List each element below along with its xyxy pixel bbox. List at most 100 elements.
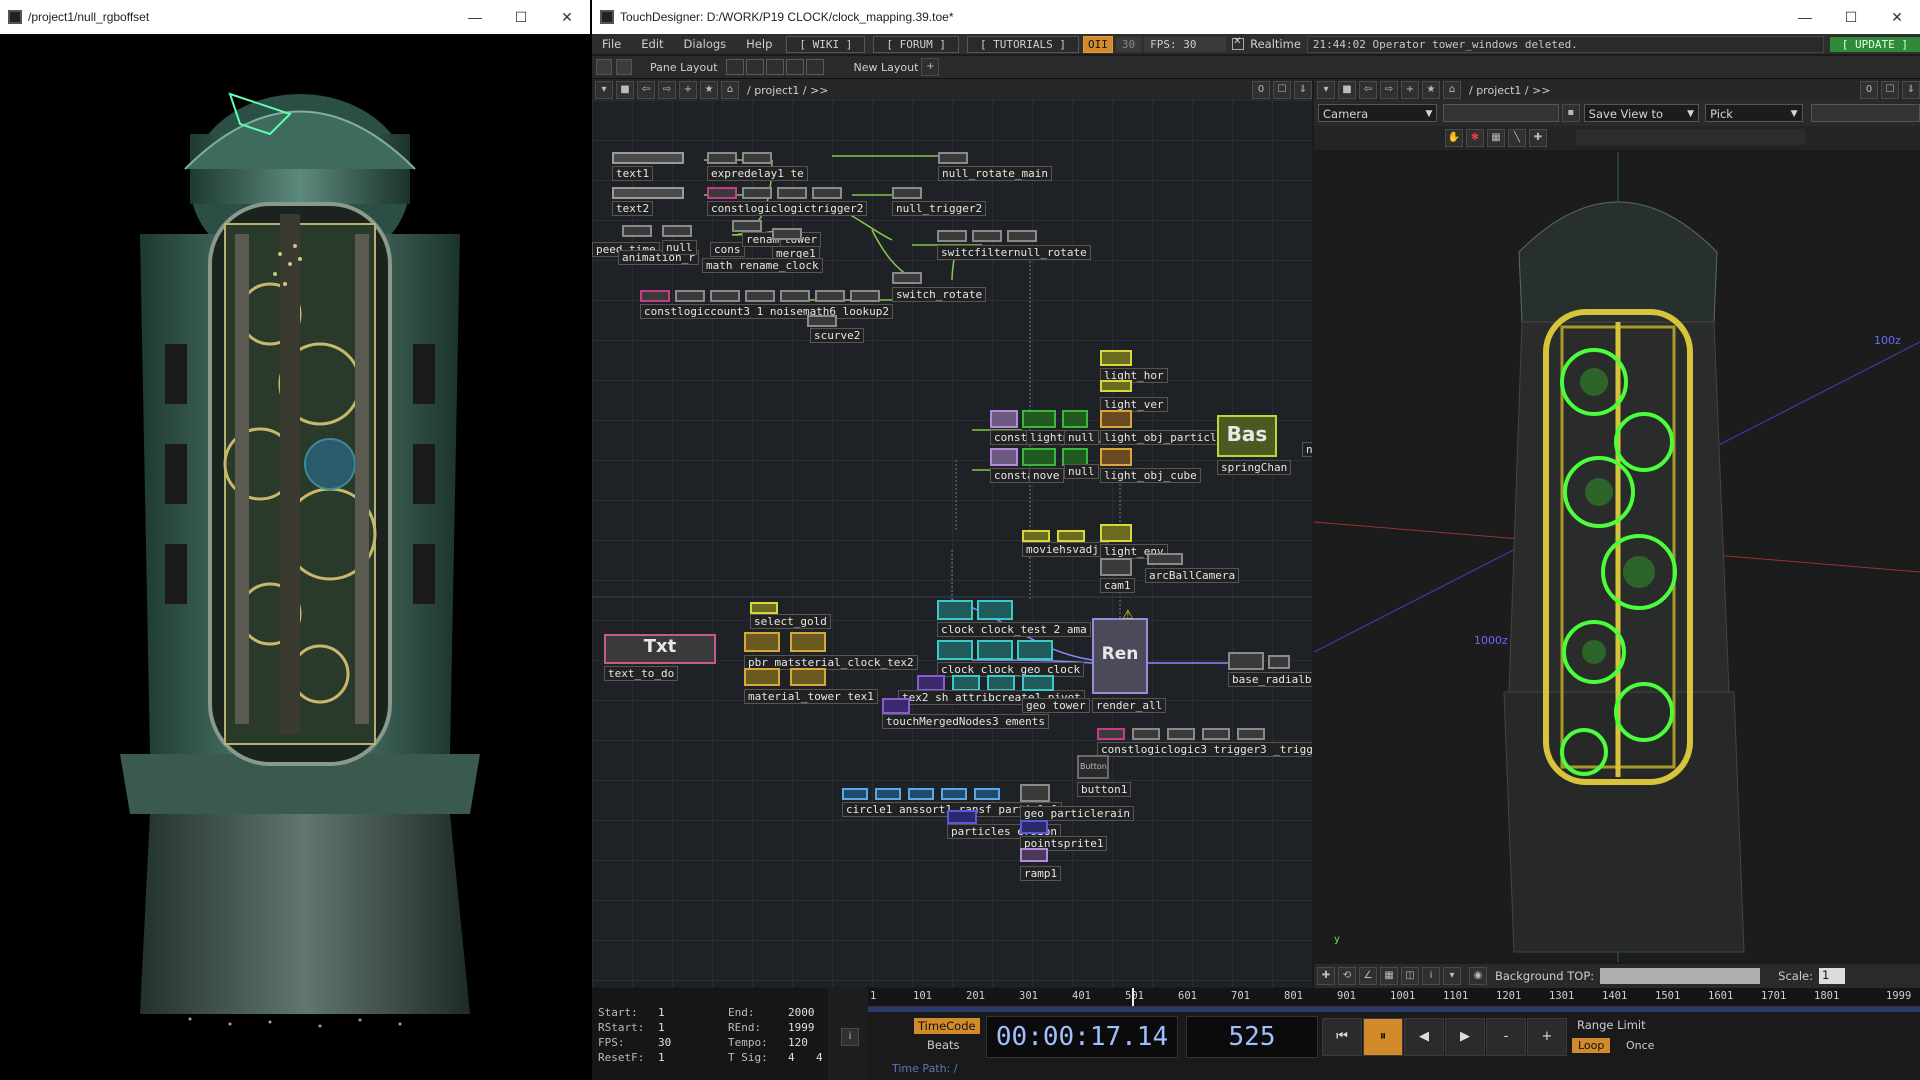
maximize-icon[interactable]: ☐ — [1828, 9, 1874, 26]
update-button[interactable]: [ UPDATE ] — [1829, 36, 1920, 52]
step-back-button[interactable]: ◀ — [1404, 1018, 1444, 1056]
material-clock-node[interactable] — [790, 632, 826, 652]
maximize-icon[interactable]: ☐ — [498, 9, 544, 26]
layout-triple-icon[interactable] — [805, 59, 824, 75]
trigger-node[interactable] — [1202, 728, 1230, 740]
pause-button[interactable]: ⏸ — [1363, 1018, 1403, 1056]
ramp-node[interactable] — [1020, 848, 1048, 862]
fps-box[interactable]: 30 — [1115, 36, 1142, 52]
tex2-node[interactable] — [917, 675, 945, 691]
null-trigger-node[interactable] — [1237, 728, 1265, 740]
once-toggle[interactable]: Once — [1620, 1038, 1660, 1053]
forward-icon[interactable]: ⇨ — [658, 81, 676, 99]
oi-button[interactable]: OII — [1083, 35, 1113, 53]
menu-file[interactable]: File — [592, 37, 631, 51]
layout-split-v-icon[interactable] — [745, 59, 764, 75]
add-icon[interactable]: ✚ — [1317, 967, 1335, 985]
forward-icon[interactable]: ⇨ — [1380, 81, 1398, 99]
pane-settings-icon[interactable] — [616, 59, 632, 75]
pick-dropdown[interactable]: Pick ▼ — [1705, 104, 1803, 122]
maximize-pane-icon[interactable]: ☐ — [1881, 81, 1899, 99]
3d-viewport[interactable]: 100z 1000z y — [1314, 152, 1920, 962]
forum-link[interactable]: [ FORUM ] — [873, 35, 959, 53]
dropdown-icon[interactable]: ▾ — [1443, 967, 1461, 985]
info-icon[interactable]: i — [1422, 967, 1440, 985]
base-radialb-node[interactable] — [1228, 652, 1264, 670]
noise-node[interactable] — [780, 290, 810, 302]
moviefilein-node[interactable] — [1022, 530, 1050, 542]
start-field[interactable]: 1 — [658, 1006, 665, 1019]
grid-icon[interactable]: ▦ — [1380, 967, 1398, 985]
constant-node[interactable] — [640, 290, 670, 302]
menu-help[interactable]: Help — [736, 37, 782, 51]
home-icon[interactable]: ⌂ — [1443, 81, 1461, 99]
trigger-node[interactable] — [812, 187, 842, 199]
end-field[interactable]: 2000 — [788, 1006, 815, 1019]
back-icon[interactable]: ⇦ — [637, 81, 655, 99]
geo-tower-node[interactable] — [1022, 675, 1054, 691]
scale-field[interactable]: 1 — [1818, 968, 1845, 984]
minimize-icon[interactable]: — — [452, 9, 498, 25]
animation-node[interactable] — [622, 225, 652, 237]
expand-pane-icon[interactable]: ⇓ — [1294, 81, 1312, 99]
count-node[interactable] — [710, 290, 740, 302]
light-obj-particles-node[interactable] — [1100, 410, 1132, 428]
faster-button[interactable]: + — [1527, 1018, 1567, 1056]
null-node[interactable] — [1062, 410, 1088, 428]
move-tool-icon[interactable]: ✚ — [1529, 129, 1547, 147]
time-path[interactable]: Time Path: / — [892, 1062, 958, 1075]
wiki-link[interactable]: [ WIKI ] — [786, 35, 866, 53]
timecode-display[interactable]: 00:00:17.14 — [986, 1016, 1178, 1058]
move-node[interactable] — [1022, 448, 1056, 466]
hand-tool-icon[interactable]: ✋ — [1445, 129, 1463, 147]
constant-node[interactable] — [707, 187, 737, 199]
null-trigger2-node[interactable] — [892, 187, 922, 199]
switch-rotate-node[interactable] — [892, 272, 922, 284]
bookmark-icon[interactable]: ★ — [1422, 81, 1440, 99]
stop-icon[interactable]: ■ — [1338, 81, 1356, 99]
add-layout-button[interactable]: + — [921, 58, 940, 76]
expression-node[interactable] — [707, 152, 737, 164]
rend-field[interactable]: 1999 — [788, 1021, 815, 1034]
camera-name-field[interactable] — [1443, 104, 1559, 122]
pane-type-dropdown-icon[interactable]: ▾ — [1317, 81, 1335, 99]
playhead[interactable] — [1132, 988, 1134, 1006]
constant3-node[interactable] — [990, 448, 1018, 466]
cam1-node[interactable] — [1100, 558, 1132, 576]
pen-tool-icon[interactable]: ╲ — [1508, 129, 1526, 147]
touchmerged-node[interactable] — [882, 698, 910, 714]
text2-node[interactable] — [612, 187, 684, 199]
expand-pane-icon[interactable]: ⇓ — [1902, 81, 1920, 99]
material-tower-node[interactable] — [744, 668, 780, 686]
timeline-info-icon[interactable]: i — [841, 1028, 859, 1046]
constant5-node[interactable] — [990, 410, 1018, 428]
camera-icon[interactable]: ◉ — [1469, 967, 1487, 985]
rewind-button[interactable]: ⏮ — [1322, 1018, 1362, 1056]
path-index[interactable]: 0 — [1860, 81, 1878, 99]
viewer-path[interactable]: / project1 / >> — [1469, 84, 1551, 97]
network-path[interactable]: / project1 / >> — [747, 84, 829, 97]
back-icon[interactable]: ⇦ — [1359, 81, 1377, 99]
light-hor-node[interactable] — [1100, 350, 1132, 366]
switch-node[interactable] — [937, 230, 967, 242]
menu-dialogs[interactable]: Dialogs — [674, 37, 737, 51]
grid-tool-icon[interactable]: ▦ — [1487, 129, 1505, 147]
field-menu-icon[interactable]: ▪ — [1561, 104, 1580, 122]
logic-node[interactable] — [742, 187, 772, 199]
text1-node[interactable] — [612, 152, 684, 164]
layout-split-h-icon[interactable] — [765, 59, 784, 75]
pane-type-dropdown-icon[interactable]: ▾ — [595, 81, 613, 99]
camera-dropdown[interactable]: Camera ▼ — [1318, 104, 1438, 122]
logic-node[interactable] — [675, 290, 705, 302]
null-node[interactable] — [1268, 655, 1290, 669]
menu-edit[interactable]: Edit — [631, 37, 673, 51]
pbr-mat-node[interactable] — [744, 632, 780, 652]
minimize-icon[interactable]: — — [1782, 9, 1828, 25]
light-obj-cube-node[interactable] — [1100, 448, 1132, 466]
home-icon[interactable]: ⌂ — [721, 81, 739, 99]
light-env-node[interactable] — [1100, 524, 1132, 542]
step-forward-button[interactable]: ▶ — [1445, 1018, 1485, 1056]
slower-button[interactable]: - — [1486, 1018, 1526, 1056]
math-node[interactable] — [815, 290, 845, 302]
beats-toggle[interactable]: Beats — [927, 1038, 960, 1052]
